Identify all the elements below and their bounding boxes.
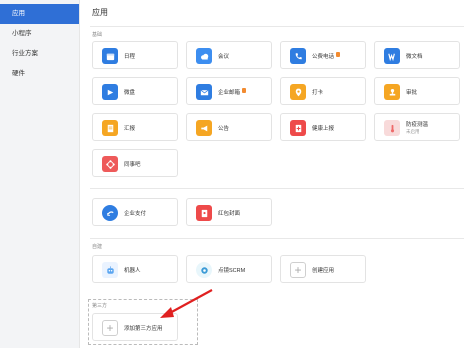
app-status: 未启用 [406, 129, 420, 134]
app-card-phone[interactable]: 公费电话 [280, 41, 366, 69]
app-card-epidemic[interactable]: 防疫测温 未启用 [374, 113, 460, 141]
app-label: 微文档 [406, 54, 423, 60]
create-app-button[interactable]: + 创建应用 [280, 255, 366, 283]
sidebar-item-industry[interactable]: 行业方案 [0, 44, 79, 64]
red-packet-icon [196, 205, 212, 221]
app-label: 日程 [124, 54, 136, 60]
app-label: 红包封面 [218, 211, 241, 217]
app-card-health[interactable]: 健康上报 [280, 113, 366, 141]
app-label: 创建应用 [312, 268, 335, 274]
new-badge [242, 88, 247, 93]
app-label: 微盘 [124, 90, 136, 96]
sidebar-item-apps[interactable]: 应用 [0, 4, 79, 24]
app-label: 会议 [218, 54, 230, 60]
app-label: 添加第三方应用 [124, 326, 163, 332]
app-label: 打卡 [312, 90, 324, 96]
plus-icon: + [290, 262, 306, 278]
app-card-mail[interactable]: 企业邮箱 [186, 77, 272, 105]
scrm-logo-icon [196, 262, 212, 278]
location-pin-icon [290, 84, 306, 100]
sidebar-item-hardware[interactable]: 硬件 [0, 64, 79, 84]
mail-icon [196, 84, 212, 100]
app-card-notice[interactable]: 公告 [186, 113, 272, 141]
app-label: 企业邮箱 [218, 88, 247, 96]
app-card-scrm[interactable]: 点镜SCRM [186, 255, 272, 283]
app-label: 健康上报 [312, 126, 335, 132]
app-card-keyi[interactable]: 同事吧 [92, 149, 178, 177]
drive-icon [102, 84, 118, 100]
new-badge [336, 52, 341, 57]
title-divider [90, 26, 464, 27]
app-card-wedoc[interactable]: 微文档 [374, 41, 460, 69]
payment-icon [102, 205, 118, 221]
app-card-report[interactable]: 汇报 [92, 113, 178, 141]
section-label-custom: 自建 [92, 244, 103, 250]
app-label: 点镜SCRM [218, 268, 246, 274]
app-card-checkin[interactable]: 打卡 [280, 77, 366, 105]
plus-icon: + [102, 320, 118, 336]
calendar-icon [102, 48, 118, 64]
megaphone-icon [196, 120, 212, 136]
app-card-schedule[interactable]: 日程 [92, 41, 178, 69]
thermometer-icon [384, 120, 400, 136]
add-third-party-app-button[interactable]: + 添加第三方应用 [92, 313, 178, 341]
section-divider [90, 188, 464, 189]
app-label: 汇报 [124, 126, 136, 132]
app-label-text: 公费电话 [312, 54, 335, 60]
app-label: 同事吧 [124, 162, 141, 168]
app-card-robot[interactable]: 机器人 [92, 255, 178, 283]
app-card-approval[interactable]: 审批 [374, 77, 460, 105]
cloud-icon [196, 48, 212, 64]
app-label: 公告 [218, 126, 230, 132]
app-label: 企业支付 [124, 211, 147, 217]
app-label: 审批 [406, 90, 418, 96]
stamp-icon [384, 84, 400, 100]
app-label: 公费电话 [312, 52, 341, 60]
phone-icon [290, 48, 306, 64]
document-w-icon [384, 48, 400, 64]
report-icon [102, 120, 118, 136]
app-label: 机器人 [124, 268, 141, 274]
section-label-basic: 基础 [92, 32, 103, 38]
app-label-text: 企业邮箱 [218, 90, 241, 96]
section-divider [90, 238, 464, 239]
app-card-drive[interactable]: 微盘 [92, 77, 178, 105]
page-title: 应用 [92, 8, 108, 17]
section-label-third-party: 第三方 [92, 303, 108, 309]
sidebar-item-miniprogram[interactable]: 小程序 [0, 24, 79, 44]
app-card-redpacket[interactable]: 红包封面 [186, 198, 272, 226]
robot-icon [102, 262, 118, 278]
app-card-pay[interactable]: 企业支付 [92, 198, 178, 226]
health-icon [290, 120, 306, 136]
sidebar: 应用 小程序 行业方案 硬件 [0, 0, 80, 348]
main-panel: 应用 基础 日程 会议 公费电话 微文档 微盘 企业邮箱 打卡 审批 汇报 公告… [80, 0, 474, 348]
network-icon [102, 156, 118, 172]
app-card-meeting[interactable]: 会议 [186, 41, 272, 69]
app-label: 防疫测温 [406, 122, 429, 128]
